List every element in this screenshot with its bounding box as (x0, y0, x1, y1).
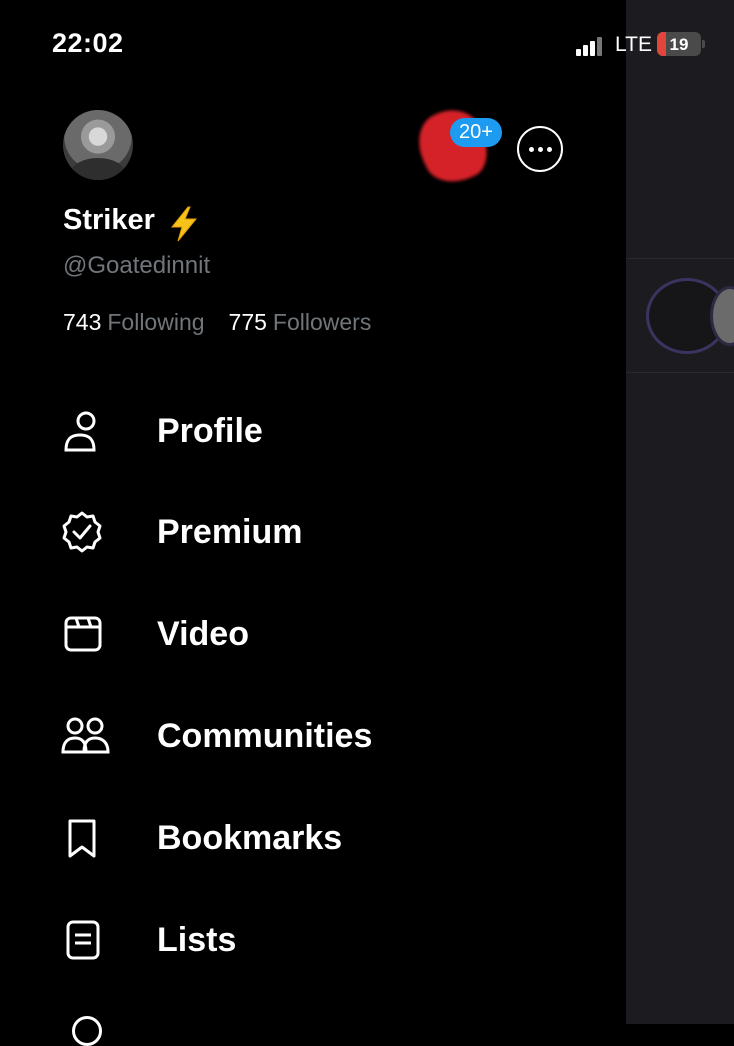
more-options-button[interactable] (517, 126, 563, 172)
followers-count: 775 (228, 309, 267, 335)
battery-icon: 19 (657, 32, 701, 56)
battery-level: 19 (669, 35, 689, 54)
background-app-area (626, 0, 734, 1024)
menu-label-lists: Lists (157, 920, 237, 959)
notification-badge[interactable]: 20+ (450, 118, 502, 147)
menu-item-lists[interactable]: Lists (60, 910, 580, 970)
battery-tip (702, 40, 705, 48)
lightning-icon (170, 206, 198, 242)
menu-item-video[interactable]: Video (60, 604, 580, 664)
video-clapper-icon (60, 608, 112, 660)
partial-menu-icon[interactable] (72, 1016, 102, 1046)
menu-label-video: Video (157, 614, 249, 653)
following-label: Following (107, 309, 205, 335)
bookmark-icon (60, 812, 112, 864)
menu-label-profile: Profile (157, 411, 263, 450)
user-handle: @Goatedinnit (63, 252, 211, 279)
background-divider (626, 372, 734, 373)
display-name: Striker (63, 204, 155, 236)
menu-label-communities: Communities (157, 716, 373, 755)
menu-item-profile[interactable]: Profile (60, 401, 580, 461)
avatar[interactable] (63, 110, 133, 180)
verified-badge-icon (60, 506, 112, 558)
menu-label-bookmarks: Bookmarks (157, 818, 343, 857)
network-type: LTE (615, 33, 652, 56)
navigation-drawer: 22:02 LTE 19 20+ Striker @Goatedinnit 74… (0, 0, 705, 1046)
followers-link[interactable]: 775 Followers (229, 309, 372, 335)
person-icon (60, 405, 112, 457)
menu-item-bookmarks[interactable]: Bookmarks (60, 808, 580, 868)
status-time: 22:02 (52, 28, 124, 58)
followers-label: Followers (272, 309, 372, 335)
menu-item-communities[interactable]: Communities (60, 706, 580, 766)
following-link[interactable]: 743 Following (63, 309, 205, 335)
signal-icon (576, 36, 606, 56)
background-divider (626, 258, 734, 259)
follow-stats: 743 Following 775 Followers (63, 309, 371, 336)
communities-icon (60, 710, 112, 762)
following-count: 743 (63, 309, 102, 335)
menu-label-premium: Premium (157, 512, 303, 551)
list-icon (60, 914, 112, 966)
menu-item-premium[interactable]: Premium (60, 502, 580, 562)
